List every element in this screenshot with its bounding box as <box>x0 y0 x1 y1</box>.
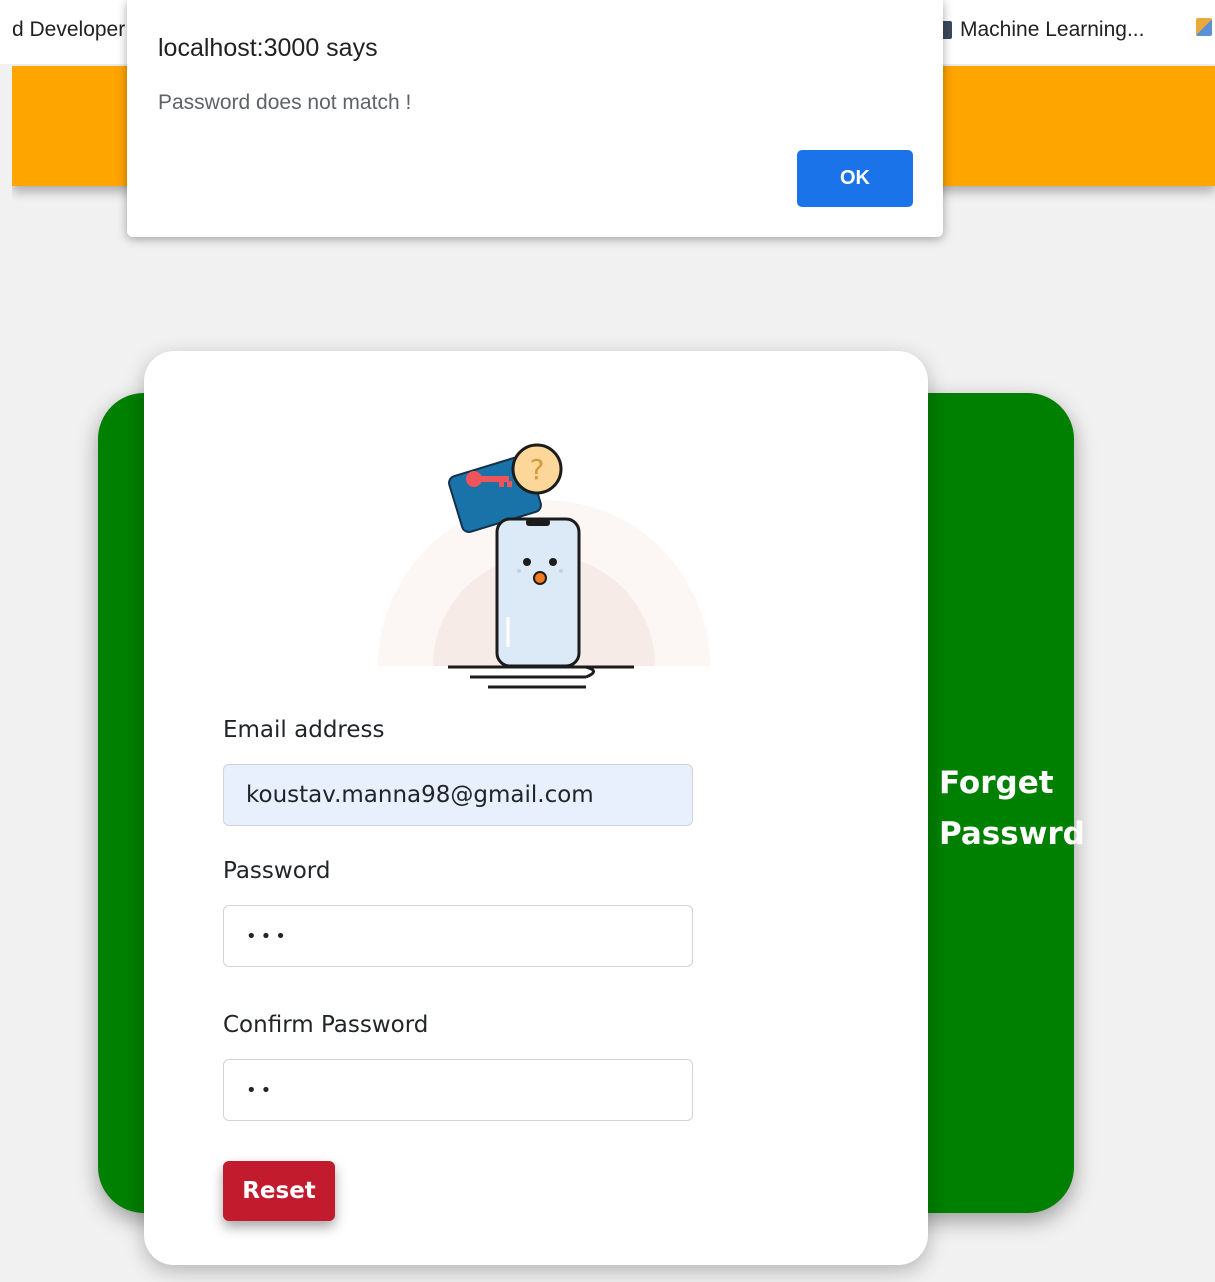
ok-button[interactable]: OK <box>797 150 913 207</box>
confirm-password-label: Confirm Password <box>223 1012 429 1038</box>
title-line: Forget <box>939 765 1054 801</box>
forgot-password-illustration: ? <box>378 443 710 689</box>
page-content: Forget Passwrd ? Email address koustav.m… <box>12 64 1215 1282</box>
bookmark-label: Machine Learning... <box>960 18 1145 41</box>
question-icon: ? <box>511 443 563 495</box>
bookmark-label: d Developer <box>12 18 126 41</box>
svg-text:?: ? <box>530 453 545 486</box>
password-label: Password <box>223 858 331 884</box>
confirm-password-input[interactable]: •• <box>223 1059 693 1121</box>
alert-title: localhost:3000 says <box>158 34 378 62</box>
page-icon <box>1196 18 1212 36</box>
phone-icon <box>495 517 581 668</box>
bookmark-page[interactable] <box>1196 18 1212 36</box>
email-input[interactable]: koustav.manna98@gmail.com <box>223 764 693 826</box>
email-label: Email address <box>223 717 385 743</box>
alert-dialog: localhost:3000 says Password does not ma… <box>127 0 943 237</box>
reset-button[interactable]: Reset <box>223 1161 335 1221</box>
password-input[interactable]: ••• <box>223 905 693 967</box>
alert-message: Password does not match ! <box>158 91 412 114</box>
reset-password-card: ? Email address koustav.manna98@gmail.co… <box>144 351 928 1265</box>
title-line: Passwrd <box>939 816 1085 852</box>
bookmark-developer[interactable]: d Developer <box>12 18 125 42</box>
forget-password-title: Forget Passwrd <box>939 758 1089 860</box>
bookmark-machine-learning[interactable]: Machine Learning... <box>940 18 1144 42</box>
